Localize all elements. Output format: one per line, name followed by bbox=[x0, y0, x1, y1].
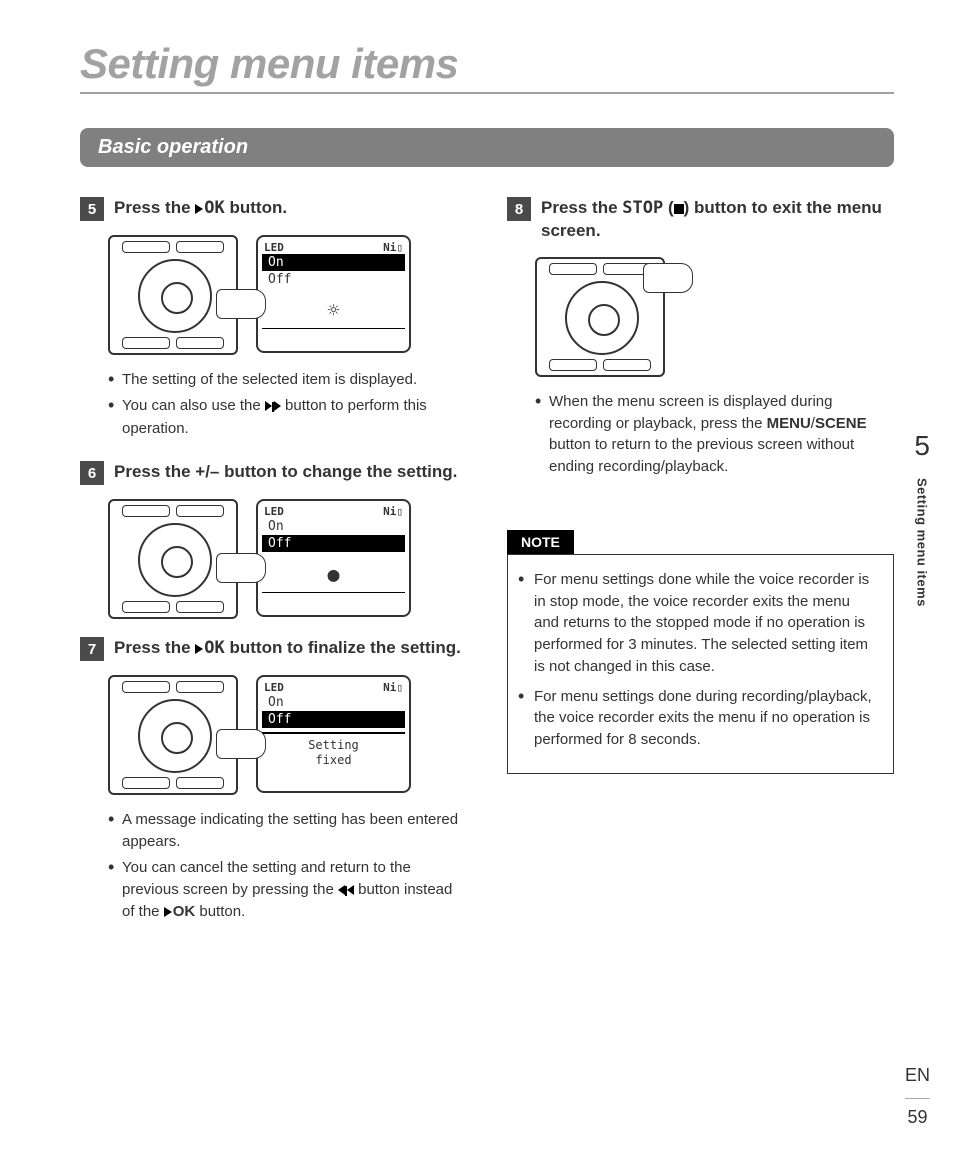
right-column: 8 Press the STOP () button to exit the m… bbox=[507, 197, 894, 945]
chapter-number: 5 bbox=[914, 430, 930, 462]
text: button to return to the previous screen … bbox=[549, 436, 854, 475]
side-section-label: Setting menu items bbox=[914, 478, 929, 607]
hand-icon bbox=[643, 263, 693, 293]
step-8-bullets: When the menu screen is displayed during… bbox=[507, 391, 894, 478]
figure-row: LED Ni▯ On Off ● bbox=[108, 499, 467, 619]
note-bullet: For menu settings done during recording/… bbox=[518, 686, 877, 751]
text: button. bbox=[195, 903, 245, 920]
lcd-row-off: Off bbox=[262, 711, 405, 728]
lcd-row-on: On bbox=[262, 518, 405, 535]
ok-label: OK bbox=[204, 198, 224, 218]
step-8: 8 Press the STOP () button to exit the m… bbox=[507, 197, 894, 243]
lcd-row-off: Off bbox=[262, 535, 405, 552]
text: button to finalize the setting. bbox=[225, 638, 461, 657]
bullet: You can also use the button to perform t… bbox=[108, 395, 467, 440]
lcd-bulb-icon: ● bbox=[262, 552, 405, 586]
step-6: 6 Press the +/– button to change the set… bbox=[80, 461, 467, 485]
ok-label: OK bbox=[173, 903, 196, 920]
step-text: Press the STOP () button to exit the men… bbox=[541, 197, 894, 243]
device-illustration bbox=[108, 499, 238, 619]
lcd-screen: LED Ni▯ On Off Setting fixed bbox=[256, 675, 411, 793]
step-number: 6 bbox=[80, 461, 104, 485]
hand-icon bbox=[216, 289, 266, 319]
page-footer: EN 59 bbox=[905, 1065, 930, 1128]
text: button. bbox=[225, 198, 287, 217]
hand-icon bbox=[216, 553, 266, 583]
lcd-header-right: Ni▯ bbox=[383, 241, 403, 254]
note-label: NOTE bbox=[507, 530, 574, 554]
step-7-bullets: A message indicating the setting has bee… bbox=[80, 809, 467, 923]
text: ( bbox=[663, 198, 673, 217]
rewind-icon bbox=[338, 880, 354, 902]
device-illustration bbox=[108, 235, 238, 355]
lcd-screen: LED Ni▯ On Off ● bbox=[256, 499, 411, 617]
text: Press the bbox=[114, 638, 195, 657]
step-text: Press the OK button. bbox=[114, 197, 287, 220]
note-bullet: For menu settings done while the voice r… bbox=[518, 569, 877, 678]
bullet: You can cancel the setting and return to… bbox=[108, 857, 467, 923]
hand-icon bbox=[216, 729, 266, 759]
text: Press the bbox=[541, 198, 622, 217]
bullet: A message indicating the setting has bee… bbox=[108, 809, 467, 853]
page-number: 59 bbox=[905, 1098, 930, 1128]
step-7: 7 Press the OK button to finalize the se… bbox=[80, 637, 467, 661]
lcd-row-on: On bbox=[262, 694, 405, 711]
play-icon bbox=[195, 644, 203, 654]
step-5: 5 Press the OK button. bbox=[80, 197, 467, 221]
bullet: When the menu screen is displayed during… bbox=[535, 391, 894, 478]
ok-label: OK bbox=[204, 638, 224, 658]
scene-label: SCENE bbox=[815, 415, 867, 432]
lcd-row-on: On bbox=[262, 254, 405, 271]
figure-row: LED Ni▯ On Off Setting fixed bbox=[108, 675, 467, 795]
device-illustration bbox=[535, 257, 665, 377]
lcd-header-right: Ni▯ bbox=[383, 505, 403, 518]
side-tab: 5 Setting menu items bbox=[914, 430, 930, 607]
step-text: Press the OK button to finalize the sett… bbox=[114, 637, 461, 660]
text: fixed bbox=[315, 753, 351, 767]
lcd-message: Setting fixed bbox=[262, 732, 405, 767]
menu-label: MENU bbox=[767, 415, 811, 432]
figure-row: LED Ni▯ On Off ☼ bbox=[108, 235, 467, 355]
note-box: For menu settings done while the voice r… bbox=[507, 554, 894, 774]
play-icon bbox=[164, 907, 172, 917]
text: Setting bbox=[308, 738, 359, 752]
lcd-header-right: Ni▯ bbox=[383, 681, 403, 694]
stop-label: STOP bbox=[622, 198, 663, 218]
section-heading: Basic operation bbox=[80, 128, 894, 167]
step-number: 8 bbox=[507, 197, 531, 221]
page-title: Setting menu items bbox=[80, 40, 894, 94]
lcd-bulb-icon: ☼ bbox=[262, 288, 405, 322]
figure-row bbox=[535, 257, 894, 377]
device-illustration bbox=[108, 675, 238, 795]
step-text: Press the +/– button to change the setti… bbox=[114, 461, 457, 484]
lcd-row-off: Off bbox=[262, 271, 405, 288]
lcd-header-left: LED bbox=[264, 681, 284, 694]
lcd-header-left: LED bbox=[264, 505, 284, 518]
bullet: The setting of the selected item is disp… bbox=[108, 369, 467, 391]
lcd-screen: LED Ni▯ On Off ☼ bbox=[256, 235, 411, 353]
left-column: 5 Press the OK button. LED Ni▯ On Off ☼ T… bbox=[80, 197, 467, 945]
lcd-header-left: LED bbox=[264, 241, 284, 254]
step-number: 5 bbox=[80, 197, 104, 221]
fast-forward-icon bbox=[265, 396, 281, 418]
text: You can also use the bbox=[122, 397, 265, 414]
play-icon bbox=[195, 204, 203, 214]
language-label: EN bbox=[905, 1065, 930, 1086]
stop-icon bbox=[674, 204, 684, 214]
step-number: 7 bbox=[80, 637, 104, 661]
step-5-bullets: The setting of the selected item is disp… bbox=[80, 369, 467, 439]
text: Press the bbox=[114, 198, 195, 217]
